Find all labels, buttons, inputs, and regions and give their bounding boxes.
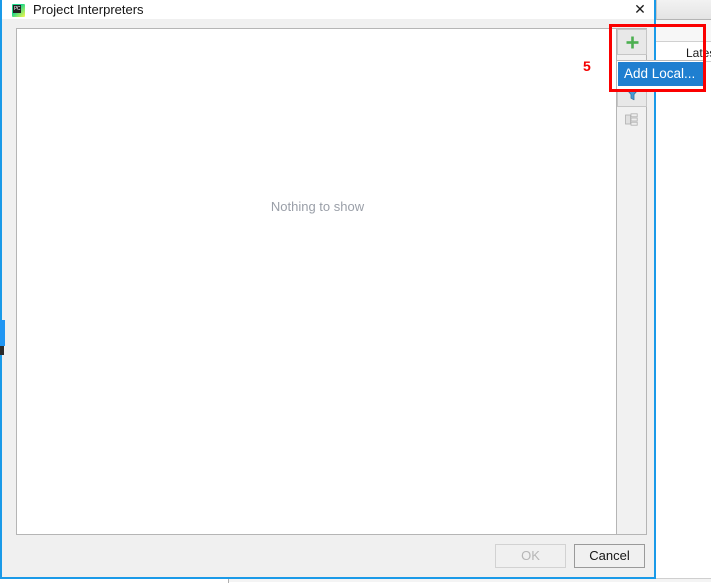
add-interpreter-button[interactable] <box>617 29 647 55</box>
dialog-title: Project Interpreters <box>33 2 144 17</box>
empty-state-label: Nothing to show <box>270 199 365 214</box>
show-paths-button <box>617 107 647 133</box>
background-selection-marker <box>0 320 5 346</box>
interpreters-toolbar <box>617 28 647 535</box>
pycharm-icon: PC <box>12 4 25 17</box>
dialog-content: Nothing to show <box>16 28 647 535</box>
add-interpreter-menu: Add Local... <box>616 60 705 91</box>
background-caret-marker <box>0 346 4 355</box>
copy-paths-icon <box>625 113 638 126</box>
dialog-button-bar: OK Cancel <box>2 537 654 577</box>
ok-button: OK <box>495 544 566 568</box>
background-table-column-label: Lates <box>686 46 711 60</box>
cancel-button[interactable]: Cancel <box>574 544 645 568</box>
pycharm-icon-glyph: PC <box>13 5 21 13</box>
dialog-titlebar: PC Project Interpreters ✕ <box>2 0 654 19</box>
background-table-row <box>656 20 711 42</box>
interpreters-list[interactable]: Nothing to show <box>16 28 617 535</box>
background-table-header <box>656 0 711 20</box>
annotation-step-number: 5 <box>583 58 591 74</box>
project-interpreters-dialog: PC Project Interpreters ✕ Nothing to sho… <box>0 0 705 579</box>
menu-item-add-local[interactable]: Add Local... <box>618 62 705 86</box>
close-icon[interactable]: ✕ <box>625 0 655 19</box>
plus-icon <box>626 36 639 49</box>
